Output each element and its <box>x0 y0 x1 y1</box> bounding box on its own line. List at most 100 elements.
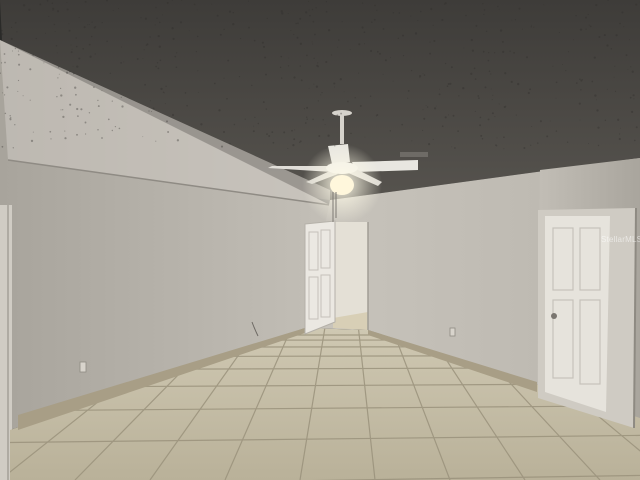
ceiling-texture-dot <box>419 77 421 79</box>
ceiling-texture-dot <box>299 42 303 45</box>
ceiling-texture-dot <box>631 70 634 73</box>
ceiling-texture-dot <box>549 120 551 122</box>
ceiling-texture-dot <box>376 50 379 53</box>
ceiling-texture-dot <box>502 50 505 54</box>
ceiling-texture-dot <box>446 85 449 88</box>
ceiling-texture-dot <box>53 23 56 26</box>
ceiling-texture-dot <box>475 24 478 27</box>
ceiling-texture-dot <box>9 115 11 117</box>
ceiling-texture-dot <box>296 36 299 39</box>
ceiling-texture-dot <box>97 99 99 102</box>
ceiling-texture-dot <box>537 142 539 144</box>
ceiling-texture-dot <box>76 107 79 111</box>
ceiling-texture-dot <box>579 78 581 80</box>
ceiling-texture-dot <box>266 17 268 20</box>
ceiling-texture-dot <box>339 78 342 81</box>
ceiling-texture-dot <box>80 108 83 111</box>
ceiling-texture-dot <box>155 6 157 9</box>
ceiling-texture-dot <box>1 145 4 148</box>
ceiling-texture-dot <box>111 129 114 132</box>
ceiling-texture-dot <box>50 138 52 140</box>
ceiling-texture-dot <box>454 147 456 149</box>
ceiling-texture-dot <box>223 131 225 133</box>
ceiling-texture-dot <box>112 10 114 12</box>
ceiling-texture-dot <box>145 44 148 46</box>
ceiling-texture-dot <box>543 4 545 6</box>
ceiling-texture-dot <box>443 3 446 5</box>
ceiling-texture-dot <box>580 79 583 82</box>
ceiling-texture-dot <box>43 62 45 64</box>
ceiling-texture-dot <box>531 24 533 26</box>
ceiling-texture-dot <box>156 62 159 64</box>
ceiling-texture-dot <box>488 51 490 54</box>
ceiling-texture-dot <box>432 24 434 26</box>
ceiling-texture-dot <box>470 72 473 75</box>
ceiling-texture-dot <box>638 1 640 3</box>
ceiling-texture-dot <box>229 142 231 145</box>
ceiling-texture-dot <box>422 129 424 131</box>
ceiling-texture-dot <box>68 23 70 25</box>
ceiling-texture-dot <box>75 45 78 48</box>
ceiling-texture-dot <box>432 138 434 140</box>
ceiling-texture-dot <box>283 131 286 134</box>
ceiling-texture-dot <box>0 62 3 64</box>
ceiling-texture-dot <box>148 110 150 112</box>
ceiling-texture-dot <box>567 51 570 53</box>
ceiling-texture-dot <box>337 46 339 48</box>
ceiling-texture-dot <box>75 93 77 96</box>
ceiling-texture-dot <box>363 31 366 34</box>
ceiling-texture-dot <box>121 46 123 48</box>
ceiling-texture-dot <box>32 54 34 57</box>
ceiling-texture-dot <box>473 67 476 70</box>
ceiling-texture-dot <box>313 83 315 85</box>
ceiling-texture-dot <box>29 68 32 71</box>
ceiling-texture-dot <box>555 81 558 84</box>
door-knob-icon[interactable] <box>551 313 557 319</box>
ceiling-texture-dot <box>22 95 24 97</box>
ceiling-texture-dot <box>106 40 108 43</box>
ceiling-texture-dot <box>90 35 93 38</box>
ceiling-texture-dot <box>121 105 124 108</box>
ceiling-texture-dot <box>320 94 322 96</box>
ceiling-texture-dot <box>76 133 78 136</box>
door-icon[interactable] <box>304 220 336 335</box>
ceiling-texture-dot <box>478 97 480 99</box>
ceiling-texture-dot <box>527 91 530 95</box>
ceiling-texture-dot <box>591 80 594 83</box>
ceiling-texture-dot <box>268 135 271 137</box>
ceiling-texture-dot <box>503 148 505 150</box>
ceiling-texture-dot <box>89 55 92 58</box>
ceiling-texture-dot <box>411 140 413 142</box>
ceiling-texture-dot <box>9 117 12 119</box>
ceiling-texture-dot <box>579 28 583 31</box>
ceiling-texture-dot <box>587 13 589 16</box>
ceiling-texture-dot <box>615 34 618 37</box>
ceiling-texture-dot <box>444 116 447 119</box>
ceiling-texture-dot <box>596 109 599 112</box>
ceiling-texture-dot <box>373 18 376 21</box>
ceiling-texture-dot <box>14 47 17 50</box>
ceiling-texture-dot <box>162 14 164 16</box>
ceiling-texture-dot <box>488 70 491 73</box>
ceiling-texture-dot <box>186 104 188 107</box>
ceiling-texture-dot <box>57 77 59 79</box>
ceiling-texture-dot <box>603 34 606 37</box>
ceiling-texture-dot <box>635 126 638 129</box>
ceiling-texture-dot <box>350 132 352 135</box>
ceiling-texture-dot <box>120 96 122 98</box>
ceiling-texture-dot <box>361 2 364 4</box>
ceiling-texture-dot <box>463 47 465 49</box>
ceiling-texture-dot <box>51 2 54 5</box>
ceiling-texture-dot <box>66 8 69 11</box>
ceiling-texture-dot <box>29 99 31 101</box>
ceiling-texture-dot <box>447 83 450 85</box>
ceiling-texture-dot <box>294 129 296 131</box>
ceiling-texture-dot <box>513 51 516 54</box>
ceiling-texture-dot <box>496 145 498 147</box>
ceiling-texture-dot <box>55 45 58 47</box>
ceiling-texture-dot <box>10 26 13 29</box>
ceiling-texture-dot <box>48 15 50 17</box>
ceiling-texture-dot <box>140 17 142 19</box>
ceiling-texture-dot <box>179 21 183 24</box>
ceiling-texture-dot <box>292 143 295 147</box>
